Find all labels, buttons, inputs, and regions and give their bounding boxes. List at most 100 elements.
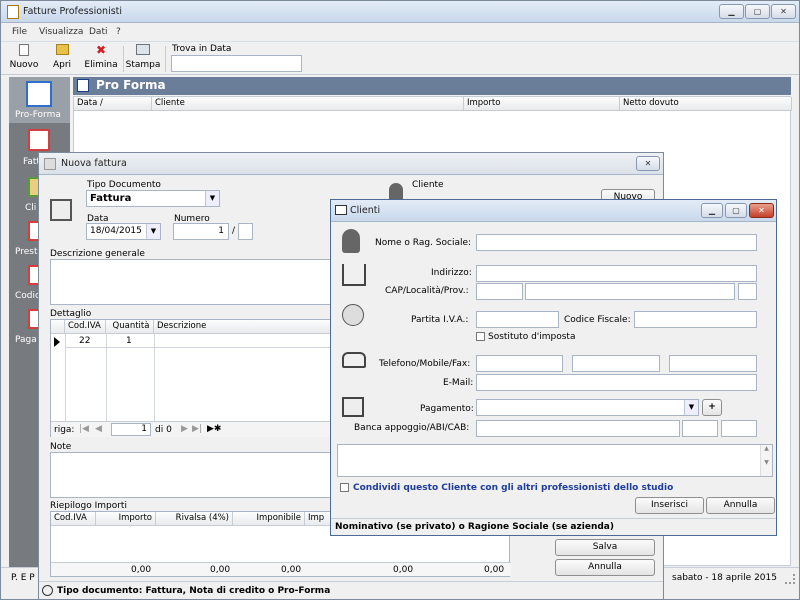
calendar-dropdown-icon[interactable]: ▼ (146, 224, 160, 239)
nav-prev-icon[interactable]: ◀ (95, 424, 102, 434)
condividi-checkbox[interactable] (340, 483, 349, 492)
sidebar-item-pro-forma[interactable]: Pro-Forma (9, 77, 70, 123)
nav-current-field[interactable]: 1 (111, 423, 151, 436)
banca-label: Banca appoggio/ABI/CAB: (354, 423, 470, 433)
clienti-minimize-button[interactable]: ▁ (701, 203, 723, 218)
section-icon (77, 79, 89, 92)
person-icon (342, 229, 360, 253)
nav-di-label: di 0 (155, 425, 172, 435)
clienti-notes-textarea[interactable]: ▲ ▼ (337, 444, 773, 477)
clienti-maximize-button[interactable]: ▢ (725, 203, 747, 218)
riep-col-imponibile: Imponibile (233, 512, 305, 526)
clienti-window: Clienti ▁ ▢ ✕ Nome o Rag. Sociale: Indir… (330, 199, 777, 536)
inserisci-button[interactable]: Inserisci (635, 497, 704, 514)
piva-input[interactable] (476, 311, 559, 328)
piva-label: Partita I.V.A.: (411, 315, 469, 325)
col-header-netto[interactable]: Netto dovuto (620, 97, 792, 111)
provincia-input[interactable] (738, 283, 757, 300)
nav-new-icon[interactable]: ▶✱ (207, 424, 221, 434)
sostituto-checkbox[interactable] (476, 332, 485, 341)
riep-col-cod-iva: Cod.IVA (51, 512, 96, 526)
banca-input[interactable] (476, 420, 680, 437)
dettaglio-label: Dettaglio (50, 309, 92, 319)
data-field[interactable]: 18/04/2015 ▼ (86, 223, 161, 240)
riep-col-importo: Importo (96, 512, 156, 526)
row-cod-iva[interactable]: 22 (79, 336, 90, 346)
cab-input[interactable] (721, 420, 757, 437)
total-imposta: 0,00 (393, 565, 414, 575)
col-header-cliente[interactable]: Cliente (152, 97, 464, 111)
numero-suffix-field[interactable] (238, 223, 253, 240)
clienti-window-icon (335, 205, 347, 215)
open-folder-icon (55, 44, 69, 55)
annulla-fattura-button[interactable]: Annulla (555, 559, 655, 576)
payment-icon (342, 397, 364, 417)
fax-input[interactable] (669, 355, 757, 372)
localita-input[interactable] (525, 283, 735, 300)
abi-input[interactable] (682, 420, 718, 437)
annulla-clienti-button[interactable]: Annulla (706, 497, 775, 514)
hint-icon (42, 585, 53, 596)
menu-visualizza[interactable]: Visualizza (39, 27, 83, 37)
sidebar-label-codici: Codic (15, 291, 40, 301)
indirizzo-input[interactable] (476, 265, 757, 282)
data-value: 18/04/2015 (90, 226, 142, 236)
pagamento-select[interactable]: ▼ (476, 399, 699, 416)
invoice-icon (28, 129, 50, 151)
pagamento-add-button[interactable]: + (702, 399, 722, 416)
total-imponibile: 0,00 (281, 565, 302, 575)
house-icon (342, 264, 366, 286)
elimina-button[interactable]: ✖ Elimina (83, 44, 119, 71)
nav-next-icon[interactable]: ▶ (181, 424, 188, 434)
document-icon (50, 199, 72, 221)
clienti-hint: Nominativo (se privato) o Ragione Social… (335, 522, 614, 532)
email-input[interactable] (476, 374, 757, 391)
menu-dati[interactable]: Dati (89, 27, 107, 37)
nav-last-icon[interactable]: ▶| (192, 424, 202, 434)
mobile-input[interactable] (572, 355, 660, 372)
nuovo-button[interactable]: Nuovo (7, 44, 41, 70)
col-header-importo[interactable]: Importo (464, 97, 620, 111)
stampa-button[interactable]: Stampa (125, 44, 161, 70)
clienti-titlebar: Clienti ▁ ▢ ✕ (331, 200, 776, 222)
resize-grip[interactable] (785, 574, 795, 584)
salva-button[interactable]: Salva (555, 539, 655, 556)
chevron-down-icon[interactable]: ▼ (205, 191, 219, 206)
total-importo: 0,00 (131, 565, 152, 575)
note-label: Note (50, 442, 72, 452)
numero-field[interactable]: 1 (173, 223, 229, 240)
maximize-button[interactable]: ▢ (745, 4, 770, 19)
telefono-input[interactable] (476, 355, 563, 372)
cf-label: Codice Fiscale: (564, 315, 631, 325)
row-quantita[interactable]: 1 (126, 336, 132, 346)
apri-button[interactable]: Apri (47, 44, 77, 70)
notes-scrollbar[interactable]: ▲ ▼ (760, 445, 772, 476)
main-titlebar: Fatture Professionisti ▁ ▢ ✕ (1, 1, 799, 23)
toolbar-separator (123, 46, 124, 72)
descrizione-label: Descrizione generale (50, 249, 145, 259)
tipo-documento-select[interactable]: Fattura ▼ (86, 190, 220, 207)
col-header-data[interactable]: Data / (74, 97, 152, 111)
pagamento-label: Pagamento: (420, 404, 474, 414)
cap-input[interactable] (476, 283, 523, 300)
pencil-icon (44, 158, 56, 170)
nav-first-icon[interactable]: |◀ (79, 424, 89, 434)
nav-current-value: 1 (141, 424, 147, 434)
trova-input[interactable] (171, 55, 302, 72)
menu-help[interactable]: ? (116, 27, 121, 37)
minimize-button[interactable]: ▁ (719, 4, 744, 19)
dettaglio-col-corner (51, 320, 65, 334)
riep-col-rivalsa: Rivalsa (4%) (156, 512, 233, 526)
close-button[interactable]: ✕ (771, 4, 796, 19)
cf-input[interactable] (634, 311, 757, 328)
nome-input[interactable] (476, 234, 757, 251)
section-header: Pro Forma (73, 77, 791, 95)
clienti-close-button[interactable]: ✕ (749, 203, 774, 218)
menu-file[interactable]: File (12, 27, 27, 37)
dettaglio-col-cod-iva[interactable]: Cod.IVA (65, 320, 106, 334)
nuova-fattura-close-button[interactable]: ✕ (636, 156, 660, 171)
status-left: P. E P (11, 573, 35, 583)
dettaglio-col-quantita[interactable]: Quantità (106, 320, 154, 334)
clienti-title: Clienti (350, 205, 381, 216)
pagamento-chevron-down-icon[interactable]: ▼ (684, 400, 698, 415)
